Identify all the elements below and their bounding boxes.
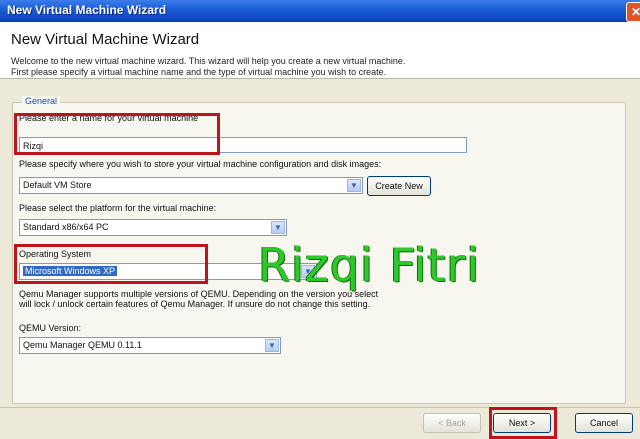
os-label: Operating System: [19, 249, 92, 259]
create-new-button[interactable]: Create New: [367, 176, 431, 196]
store-label: Please specify where you wish to store y…: [19, 159, 382, 169]
next-button[interactable]: Next >: [493, 413, 551, 433]
wizard-window: New Virtual Machine Wizard ✕ New Virtual…: [0, 0, 640, 439]
store-select-value: Default VM Store: [23, 180, 92, 190]
wizard-description: Welcome to the new virtual machine wizar…: [11, 56, 611, 78]
os-select-value: Microsoft Windows XP: [23, 266, 118, 276]
platform-select-value: Standard x86/x64 PC: [23, 222, 109, 232]
store-select[interactable]: Default VM Store ▼: [19, 177, 363, 194]
cancel-button[interactable]: Cancel: [575, 413, 633, 433]
close-icon[interactable]: ✕: [626, 2, 640, 22]
description-line-2: First please specify a virtual machine n…: [11, 67, 387, 77]
back-button[interactable]: < Back: [423, 413, 481, 433]
watermark-text: Rizqi Fitri: [258, 238, 481, 292]
wizard-header: New Virtual Machine Wizard Welcome to th…: [0, 22, 640, 79]
qemu-version-label: QEMU Version:: [19, 323, 82, 333]
general-group-label: General: [22, 96, 61, 106]
qemu-version-select[interactable]: Qemu Manager QEMU 0.11.1 ▼: [19, 337, 281, 354]
platform-label: Please select the platform for the virtu…: [19, 203, 217, 213]
window-title: New Virtual Machine Wizard: [7, 3, 167, 17]
platform-select[interactable]: Standard x86/x64 PC ▼: [19, 219, 287, 236]
title-bar[interactable]: New Virtual Machine Wizard ✕: [0, 0, 640, 22]
bottom-divider: [0, 407, 640, 408]
chevron-down-icon[interactable]: ▼: [265, 339, 279, 352]
chevron-down-icon[interactable]: ▼: [271, 221, 285, 234]
page-title: New Virtual Machine Wizard: [11, 31, 200, 48]
chevron-down-icon[interactable]: ▼: [347, 179, 361, 192]
qemu-note: Qemu Manager supports multiple versions …: [19, 289, 378, 309]
vm-name-label: Please enter a name for your virtual mac…: [19, 113, 199, 123]
qemu-version-value: Qemu Manager QEMU 0.11.1: [23, 340, 142, 350]
qemu-note-line-2: will lock / unlock certain features of Q…: [19, 299, 371, 309]
description-line-1: Welcome to the new virtual machine wizar…: [11, 56, 406, 66]
vm-name-input[interactable]: Rizqi: [19, 137, 467, 153]
